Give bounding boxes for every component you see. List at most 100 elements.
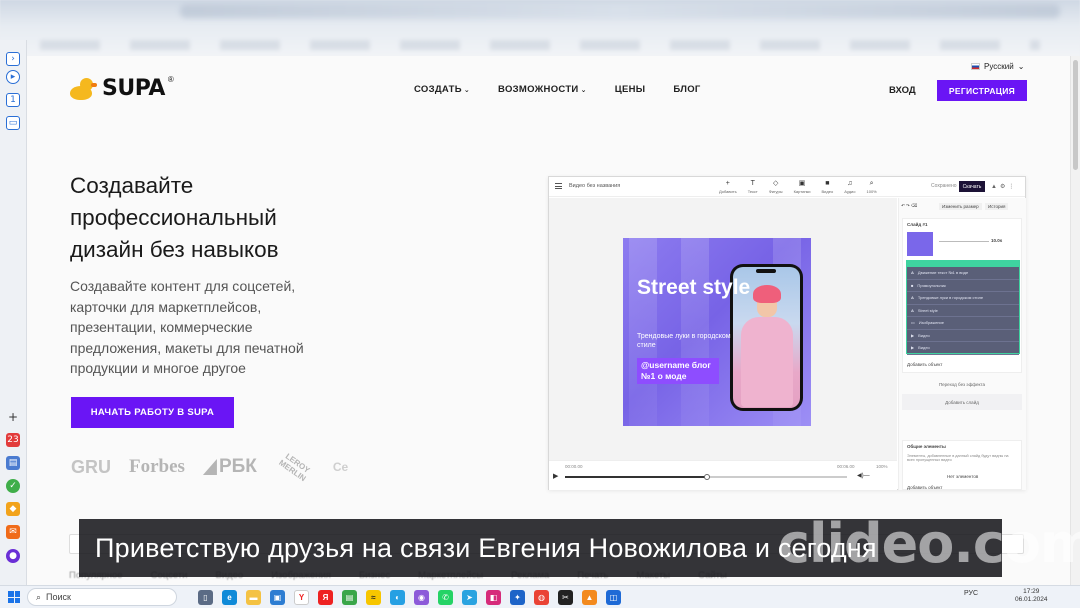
clock-time: 17:29 <box>1023 588 1040 595</box>
taskbar-apps: ▯ e ▬ ▣ Y Я ▤ ≈ ◐ ◉ ✆ ➤ ◧ ✦ ◍ ✂ ▲ ◫ <box>198 590 621 605</box>
slide-label: Слайд #1 <box>907 222 928 227</box>
chevron-down-icon: ⌄ <box>463 87 471 94</box>
app-icon[interactable]: ✦ <box>510 590 525 605</box>
editor-side-panel: ↶ ↷ ⌫ Изменить размер История Слайд #1 1… <box>898 198 1026 490</box>
app-icon[interactable]: ◉ <box>414 590 429 605</box>
mail-icon[interactable]: ✉ <box>6 525 20 539</box>
supa-logo[interactable]: SUPA ® <box>70 75 177 101</box>
design-tag: @username блог №1 о моде <box>637 358 719 384</box>
browser-chrome <box>0 0 1080 58</box>
windows-start-icon[interactable] <box>8 591 20 603</box>
hero-subtitle-line: карточки для маркетплейсов, <box>70 298 262 315</box>
duration-slider <box>939 241 989 242</box>
store-icon[interactable]: ▣ <box>270 590 285 605</box>
brand-logo-forbes: Forbes <box>129 456 185 477</box>
duck-logo-icon <box>70 77 97 100</box>
editor-canvas: Street style Трендовые луки в городском … <box>549 198 897 460</box>
add-object-link-2: Добавить объект <box>907 485 943 490</box>
page-scrollbar[interactable] <box>1070 56 1080 585</box>
capcut-icon[interactable]: ✂ <box>558 590 573 605</box>
panel-top-icons: ↶ ↷ ⌫ <box>901 203 918 208</box>
sheet-icon[interactable]: ▤ <box>342 590 357 605</box>
slide-duration: 10.0s <box>991 238 1003 243</box>
plus-icon[interactable]: + <box>6 410 20 424</box>
supa-landing-page: SUPA ® СОЗДАТЬ ⌄ ВОЗМОЖНОСТИ ⌄ ЦЕНЫ БЛОГ Р… <box>27 56 1070 585</box>
check-icon[interactable]: ✓ <box>6 479 20 493</box>
search-icon: ⌕ <box>36 591 42 602</box>
task-view-icon[interactable]: ▯ <box>198 590 213 605</box>
design-caption: Трендовые луки в городском стиле <box>637 333 731 349</box>
resize-button: Изменить размер <box>939 203 982 210</box>
yandex-icon[interactable]: Я <box>318 590 333 605</box>
timeline-current: 00:00.00 <box>565 464 583 469</box>
arrow-icon[interactable]: › <box>6 52 20 66</box>
rbk-triangle-icon <box>202 459 217 475</box>
taskbar-clock[interactable]: 17:29 06.01.2024 <box>1015 588 1048 604</box>
brand-logo-gru: GRU <box>71 456 111 477</box>
edge-icon[interactable]: e <box>222 590 237 605</box>
brand-logo-leroy-merlin: LEROY MERLIN <box>277 451 312 484</box>
side-strip: › ▸ 1 ▭ + 23 ▤ ✓ ◆ ✉ ● <box>0 40 27 585</box>
plus-icon: + <box>725 180 730 187</box>
main-nav: СОЗДАТЬ ⌄ ВОЗМОЖНОСТИ ⌄ ЦЕНЫ БЛОГ <box>414 84 701 95</box>
editor-toolbar: Видео без названия + Добавить T Текст ◇ Фиг… <box>549 177 1025 197</box>
street-style-design: Street style Трендовые луки в городском … <box>623 238 811 426</box>
hero-title-line: дизайн без навыков <box>70 237 279 262</box>
vlc-icon[interactable]: ▲ <box>582 590 597 605</box>
music-icon: ♫ <box>847 180 853 187</box>
app-icon[interactable]: ◧ <box>486 590 501 605</box>
hero-subtitle-line: предложения, макеты для печатной <box>70 339 304 356</box>
common-elements-desc: Элементы, добавленные в данный слайд буд… <box>907 454 1009 462</box>
timeline-progress <box>565 476 707 478</box>
input-language[interactable]: РУС <box>964 590 978 597</box>
language-label: Русский <box>984 62 1014 71</box>
start-working-button[interactable]: НАЧАТЬ РАБОТУ В SUPA <box>71 397 234 428</box>
taskbar-search[interactable]: ⌕ Поиск <box>27 588 177 606</box>
app-icon[interactable]: ◐ <box>390 590 405 605</box>
folder-icon[interactable]: ▬ <box>246 590 261 605</box>
brand-logos: GRU Forbes РБК LEROY MERLIN Ce <box>71 452 348 483</box>
nav-item-blog[interactable]: БЛОГ <box>673 84 700 95</box>
app-icon[interactable]: ▤ <box>6 456 20 470</box>
app-icon[interactable]: ≈ <box>366 590 381 605</box>
play-icon[interactable]: ▸ <box>6 70 20 84</box>
hero-title-line: профессиональный <box>70 205 277 230</box>
scrollbar-thumb[interactable] <box>1073 60 1078 170</box>
zoom-icon: ⌕ <box>869 180 874 187</box>
taskbar-search-label: Поиск <box>46 592 71 602</box>
login-link[interactable]: ВХОД <box>889 85 916 96</box>
timeline-total: 00:06.00 <box>837 464 855 469</box>
whatsapp-icon[interactable]: ✆ <box>438 590 453 605</box>
editor-doc-title: Видео без названия <box>569 183 621 189</box>
tool-audio: ♫ Аудио <box>844 180 856 194</box>
clock-date: 06.01.2024 <box>1015 596 1048 603</box>
language-selector[interactable]: Русский ⌄ <box>971 62 1024 71</box>
alice-icon[interactable]: ● <box>6 549 20 563</box>
logo-text: SUPA <box>102 76 165 101</box>
slide-card: Слайд #1 10.0s A Движение текст №1 в виде… <box>902 218 1022 373</box>
number-icon[interactable]: 1 <box>6 93 20 107</box>
layer-row: ▭ Изображение <box>907 317 1019 330</box>
editor-header-icons: ▲⚙⋮ <box>991 184 1018 190</box>
bookmarks-bar <box>40 40 1040 50</box>
chevron-down-icon: ⌄ <box>580 87 587 94</box>
calendar-badge-icon[interactable]: 23 <box>6 433 20 447</box>
nav-item-features[interactable]: ВОЗМОЖНОСТИ ⌄ <box>498 84 587 95</box>
chrome-icon[interactable]: ◍ <box>534 590 549 605</box>
timeline-knob <box>704 474 710 480</box>
app-icon[interactable]: ◫ <box>606 590 621 605</box>
no-elements-label: Нет элементов <box>947 474 979 479</box>
shape-icon: ◇ <box>772 180 779 187</box>
common-elements-box: Общие элементы Элементы, добавленные в д… <box>902 440 1022 490</box>
menu-icon <box>555 183 562 189</box>
nav-item-prices[interactable]: ЦЕНЫ <box>615 84 646 95</box>
nav-item-create[interactable]: СОЗДАТЬ ⌄ <box>414 84 470 95</box>
signup-button[interactable]: РЕГИСТРАЦИЯ <box>937 80 1027 101</box>
nav-item-label: СОЗДАТЬ <box>414 84 462 95</box>
game-icon[interactable]: ◆ <box>6 502 20 516</box>
slide-thumbnail <box>907 232 933 256</box>
hero-subtitle-line: Создавайте контент для соцсетей, <box>70 278 296 294</box>
telegram-icon[interactable]: ➤ <box>462 590 477 605</box>
yandex-browser-icon[interactable]: Y <box>294 590 309 605</box>
window-icon[interactable]: ▭ <box>6 116 20 130</box>
